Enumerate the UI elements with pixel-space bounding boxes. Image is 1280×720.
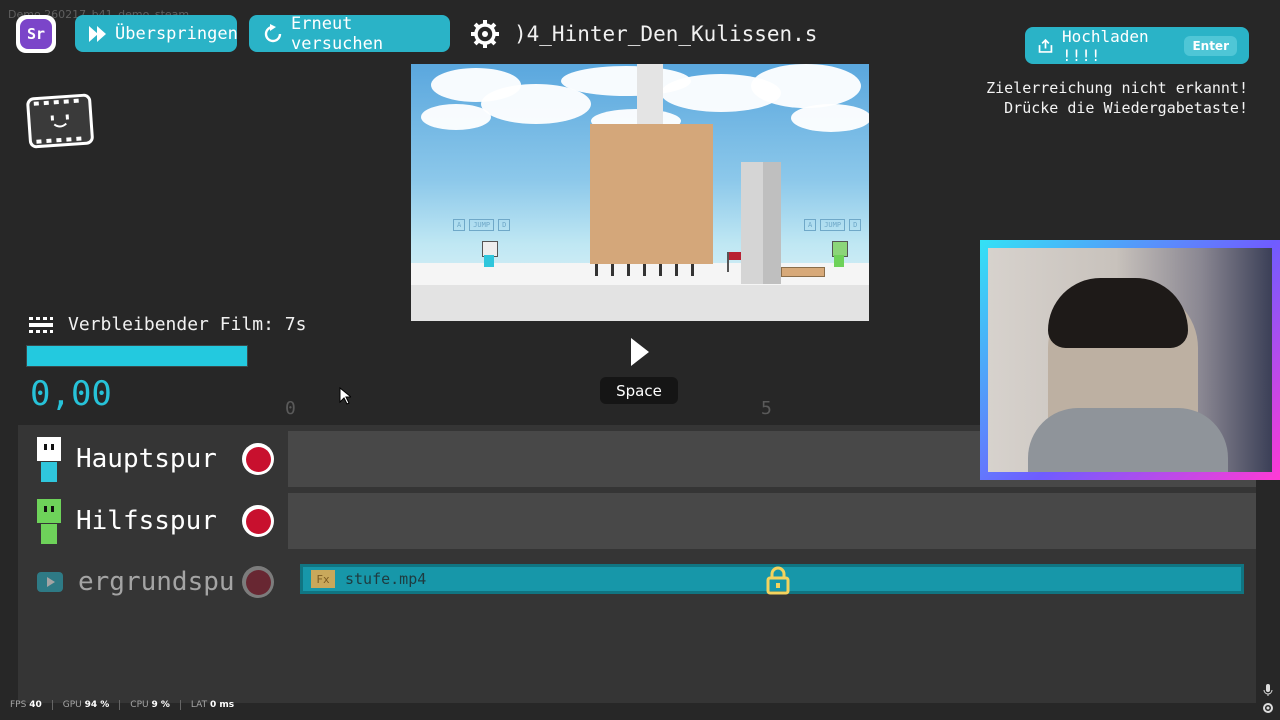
film-strip-icon — [29, 316, 53, 333]
level-name: )4_Hinter_Den_Kulissen.s — [514, 22, 818, 46]
playhead-timer: 0,00 — [30, 374, 112, 414]
retry-icon — [264, 23, 282, 42]
video-clip[interactable]: Fx stufe.mp4 — [300, 564, 1244, 595]
track-name: Hauptspur — [76, 444, 217, 474]
level-preview: A JUMP D A JUMP D — [411, 64, 869, 321]
webcam-overlay — [980, 240, 1280, 480]
key-hint-d: D — [498, 219, 511, 231]
spike-row — [595, 264, 707, 276]
app-logo-text: Sr — [20, 19, 52, 49]
retry-button[interactable]: Erneut versuchen — [249, 13, 450, 54]
video-track-icon — [37, 572, 63, 592]
stat-label: GPU — [62, 700, 82, 710]
wall-block — [741, 162, 763, 284]
clip-name: stufe.mp4 — [345, 570, 427, 588]
remaining-film-bar — [26, 345, 248, 367]
microphone-icon[interactable] — [1262, 683, 1274, 697]
wall-block-side — [763, 162, 781, 284]
fps-stat: FPS 40 — [10, 700, 42, 710]
level-ground — [411, 285, 869, 321]
lock-icon[interactable] — [765, 565, 791, 595]
jump-hint-right: A JUMP D — [804, 219, 862, 231]
fast-forward-icon — [89, 25, 106, 42]
stat-value: 94 % — [84, 700, 110, 710]
remaining-film-label: Verbleibender Film: 7s — [68, 314, 307, 335]
webcam-feed — [988, 248, 1272, 472]
key-hint-a: A — [453, 219, 466, 231]
status-bar: FPS 40 GPU 94 % CPU 9 % LAT 0 ms — [10, 700, 234, 710]
goal-message-line-1: Zielerreichung nicht erkannt! — [986, 79, 1248, 97]
track-name: ergrundspu — [78, 567, 235, 597]
latency-stat: LAT 0 ms — [191, 700, 234, 710]
spring-pad — [781, 267, 825, 277]
goal-flag-icon — [729, 252, 741, 260]
timeline-tick-0: 0 — [285, 398, 296, 419]
play-icon[interactable] — [628, 336, 652, 368]
stat-value: 0 ms — [209, 700, 235, 710]
blue-character-body — [484, 255, 494, 267]
cpu-stat: CPU 9 % — [130, 700, 170, 710]
upload-icon — [1038, 38, 1053, 53]
goal-message-line-2: Drücke die Wiedergabetaste! — [1004, 99, 1248, 117]
track-row-background[interactable]: ergrundspu Fx stufe.mp4 — [26, 555, 1256, 609]
remaining-film: Verbleibender Film: 7s — [28, 314, 306, 335]
skip-button[interactable]: Überspringen — [75, 15, 238, 52]
mouse-cursor-icon — [339, 387, 351, 405]
pillar-top — [637, 64, 663, 126]
stat-value: 9 % — [151, 700, 170, 710]
gpu-stat: GPU 94 % — [63, 700, 110, 710]
goal-message: Zielerreichung nicht erkannt! Drücke die… — [986, 78, 1248, 118]
green-character-icon — [37, 499, 61, 544]
key-hint-jump: JUMP — [820, 219, 846, 231]
upload-label: Hochladen !!!! — [1061, 26, 1149, 65]
record-button[interactable] — [242, 443, 274, 475]
stat-value: 40 — [29, 700, 42, 710]
key-hint-a: A — [804, 219, 817, 231]
skip-button-label: Überspringen — [115, 23, 238, 44]
cardboard-box — [590, 124, 713, 264]
key-hint-d: D — [849, 219, 862, 231]
upload-button[interactable]: Hochladen !!!! Enter — [1025, 26, 1249, 65]
jump-hint-left: A JUMP D — [453, 219, 511, 231]
key-hint-jump: JUMP — [469, 219, 495, 231]
small-gear-icon[interactable] — [1262, 702, 1274, 714]
level-title-bar: )4_Hinter_Den_Kulissen.s — [470, 16, 817, 52]
green-character-body — [834, 255, 844, 267]
film-reel-mascot-icon — [26, 93, 94, 149]
blue-character-icon — [37, 437, 61, 482]
stat-label: FPS — [10, 700, 27, 710]
track-lane-helper[interactable] — [288, 493, 1256, 549]
upload-shortcut-key: Enter — [1184, 35, 1237, 56]
gear-icon[interactable] — [470, 19, 500, 49]
retry-button-label: Erneut versuchen — [291, 13, 384, 54]
timeline-tick-5: 5 — [761, 398, 772, 419]
fx-badge[interactable]: Fx — [311, 570, 335, 588]
record-button-disabled[interactable] — [242, 566, 274, 598]
track-row-helper[interactable]: Hilfsspur — [26, 493, 1256, 549]
track-name: Hilfsspur — [76, 506, 217, 536]
remaining-film-bar-fill — [27, 346, 247, 366]
record-button[interactable] — [242, 505, 274, 537]
app-logo: Sr — [16, 15, 56, 53]
play-shortcut-key: Space — [600, 377, 678, 404]
stat-label: LAT — [190, 700, 208, 710]
stat-label: CPU — [130, 700, 149, 710]
